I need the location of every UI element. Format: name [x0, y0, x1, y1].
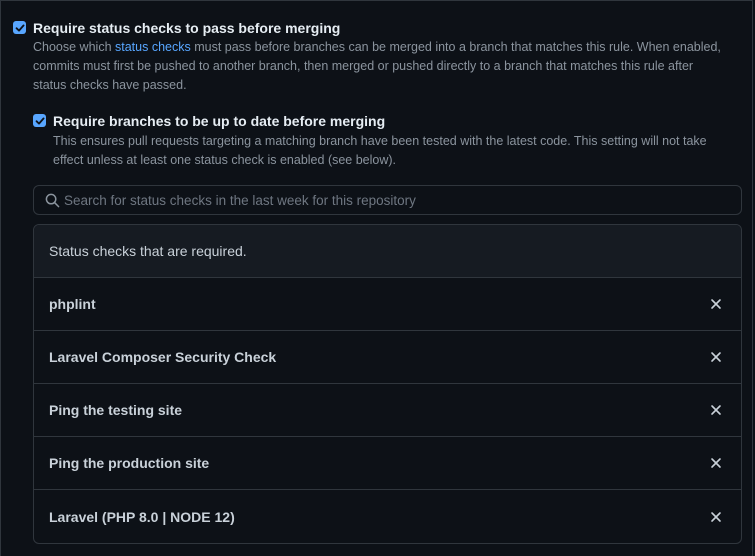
require-status-checks-description: Choose which status checks must pass bef… — [33, 38, 748, 95]
status-checks-link[interactable]: status checks — [115, 40, 191, 54]
desc-text: This ensures pull requests targeting a m… — [53, 134, 707, 148]
checkmark-icon — [15, 24, 24, 31]
require-status-checks-checkbox[interactable] — [13, 21, 26, 34]
require-status-checks-title[interactable]: Require status checks to pass before mer… — [33, 19, 340, 37]
table-row: Laravel (PHP 8.0 | NODE 12) — [34, 490, 741, 543]
table-row: Ping the production site — [34, 437, 741, 490]
remove-check-button[interactable] — [708, 509, 724, 525]
close-icon — [711, 299, 721, 309]
remove-check-button[interactable] — [708, 402, 724, 418]
close-icon — [711, 405, 721, 415]
required-checks-list: Status checks that are required. phplint… — [33, 224, 742, 544]
check-name: Laravel Composer Security Check — [49, 349, 277, 365]
close-icon — [711, 511, 721, 522]
search-icon — [44, 192, 60, 208]
checkmark-icon — [35, 117, 44, 124]
require-up-to-date-title[interactable]: Require branches to be up to date before… — [53, 112, 385, 130]
table-row: Ping the testing site — [34, 384, 741, 437]
check-name: Ping the testing site — [49, 402, 183, 418]
desc-text: effect unless at least one status check … — [53, 153, 397, 167]
status-check-search[interactable] — [33, 185, 742, 215]
search-input[interactable] — [64, 192, 741, 208]
desc-text: status checks have passed. — [33, 78, 187, 92]
require-up-to-date-description: This ensures pull requests targeting a m… — [53, 132, 748, 170]
close-icon — [711, 458, 721, 468]
remove-check-button[interactable] — [708, 349, 724, 365]
check-name: Laravel (PHP 8.0 | NODE 12) — [49, 508, 235, 525]
table-row: Laravel Composer Security Check — [34, 331, 741, 384]
remove-check-button[interactable] — [708, 455, 724, 471]
desc-text: must pass before branches can be merged … — [190, 40, 721, 54]
close-icon — [711, 352, 721, 362]
check-name: Ping the production site — [49, 455, 210, 471]
desc-text: commits must first be pushed to another … — [33, 59, 694, 73]
check-name: phplint — [49, 296, 96, 312]
desc-text: Choose which — [33, 40, 115, 54]
required-checks-header: Status checks that are required. — [34, 225, 741, 278]
require-up-to-date-checkbox[interactable] — [33, 114, 46, 127]
table-row: phplint — [34, 278, 741, 331]
branch-protection-panel: Require status checks to pass before mer… — [0, 0, 753, 556]
remove-check-button[interactable] — [708, 296, 724, 312]
